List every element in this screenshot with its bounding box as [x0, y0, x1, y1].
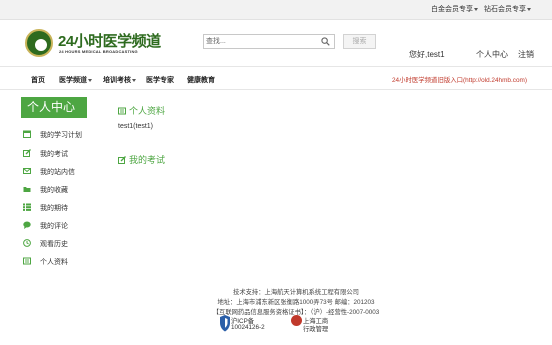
diamond-member-menu[interactable]: 钻石会员专享: [484, 4, 531, 14]
user-greeting: 您好,test1: [409, 50, 445, 59]
top-utility-bar: 白金会员专享 钻石会员专享: [0, 0, 552, 20]
profile-card-icon: [118, 107, 126, 115]
sidebar-item-my-exams[interactable]: 我的考试: [23, 148, 103, 160]
sidebar-item-label: 我的站内信: [40, 169, 75, 176]
footer-address: 地址：上海市浦东新区张衡路1000弄73号 邮编：201203: [217, 299, 375, 306]
footer-license: 【互联网药品信息服务资格证书】：（沪）-经营性-2007-0003: [212, 309, 380, 316]
search-icon[interactable]: [321, 37, 330, 46]
logout-link[interactable]: 注销: [518, 49, 534, 60]
nav-training[interactable]: 培训考核: [103, 75, 136, 85]
profile-section-heading: 个人资料: [118, 104, 165, 117]
profile-card-icon: [23, 257, 31, 265]
nav-medical-channel[interactable]: 医学频道: [59, 75, 92, 85]
exam-heading-text: 我的考试: [129, 155, 166, 165]
sidebar-item-label: 我的期待: [40, 205, 68, 212]
sidebar-item-history[interactable]: 观看历史: [23, 238, 103, 250]
list-icon: [23, 203, 31, 211]
chevron-down-icon: [132, 78, 136, 82]
nav-health-education[interactable]: 健康教育: [187, 75, 215, 85]
sidebar-item-study-plan[interactable]: 我的学习计划: [23, 129, 103, 141]
gold-member-label: 白金会员专享: [431, 6, 473, 13]
main-nav: 首页 医学频道 培训考核 医学专家 健康教育 24小时医学频道旧版入口(http…: [0, 66, 552, 90]
sidebar-title: 个人中心: [21, 97, 87, 118]
gold-member-menu[interactable]: 白金会员专享: [431, 4, 478, 14]
logo-name-cn: 24小时医学频道: [58, 33, 161, 50]
sidebar-item-label: 我的学习计划: [40, 132, 82, 139]
search-box: [203, 34, 335, 49]
user-center-link[interactable]: 个人中心: [476, 49, 508, 60]
old-version-link[interactable]: 24小时医学频道旧版入口(http://old.24hmb.com): [392, 75, 527, 84]
sidebar-item-messages[interactable]: 我的站内信: [23, 166, 103, 178]
sidebar-item-label: 我的收藏: [40, 187, 68, 194]
site-logo[interactable]: 24小时医学频道 24 HOURS MEDICAL BROADCASTING: [25, 29, 161, 57]
chevron-down-icon: [474, 7, 478, 11]
icp-record-badge[interactable]: 沪ICP备 10024126-2: [219, 315, 269, 333]
chevron-down-icon: [527, 7, 531, 11]
sidebar-item-profile[interactable]: 个人资料: [23, 256, 103, 268]
aic-line2: 行政管理: [303, 326, 329, 333]
sidebar-item-expectations[interactable]: 我的期待: [23, 202, 103, 214]
aic-badge[interactable]: 上海工商 行政管理: [291, 315, 341, 333]
calendar-icon: [23, 130, 31, 138]
profile-heading-text: 个人资料: [129, 106, 166, 116]
edit-icon: [118, 156, 126, 164]
nav-home[interactable]: 首页: [31, 75, 45, 85]
sidebar-item-label: 观看历史: [40, 241, 68, 248]
sidebar-item-favorites[interactable]: 我的收藏: [23, 184, 103, 196]
nav-experts[interactable]: 医学专家: [146, 75, 174, 85]
envelope-icon: [23, 168, 31, 174]
search-button[interactable]: 搜索: [343, 34, 376, 49]
folder-icon: [23, 187, 31, 192]
logo-name-en: 24 HOURS MEDICAL BROADCASTING: [59, 49, 138, 54]
sidebar-item-label: 我的评论: [40, 223, 68, 230]
nav-medical-channel-label: 医学频道: [59, 77, 87, 84]
sidebar-item-label: 个人资料: [40, 259, 68, 266]
profile-username: test1(test1): [118, 123, 154, 130]
clock-icon: [23, 239, 31, 247]
exam-section-heading: 我的考试: [118, 153, 165, 166]
nav-training-label: 培训考核: [103, 77, 131, 84]
shield-icon: [220, 315, 230, 332]
icp-number: 10024126-2: [231, 324, 265, 331]
search-input[interactable]: [206, 36, 316, 47]
diamond-member-label: 钻石会员专享: [484, 6, 526, 13]
sidebar-item-comments[interactable]: 我的评论: [23, 220, 103, 232]
page: 白金会员专享 钻石会员专享 24小时医学频道 24 HOURS MEDICAL …: [0, 0, 552, 345]
chevron-down-icon: [88, 78, 92, 82]
aic-emblem-icon: [291, 315, 302, 326]
comment-icon: [23, 221, 31, 229]
edit-icon: [23, 149, 31, 157]
logo-emblem-icon: [25, 29, 53, 57]
sidebar-item-label: 我的考试: [40, 151, 68, 158]
footer-tech-support: 技术支持：上海航天计算机系统工程有限公司: [233, 289, 359, 296]
